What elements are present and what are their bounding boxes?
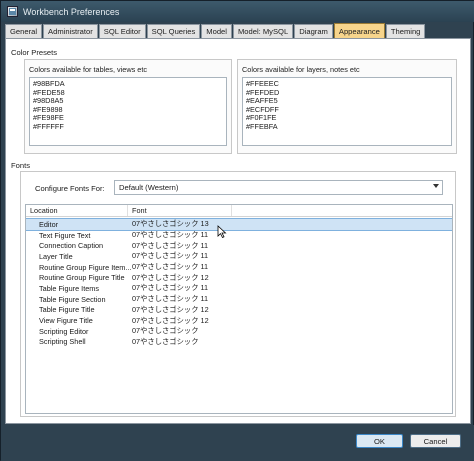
color-presets-label: Color Presets	[11, 48, 58, 57]
tables-color-line: #FFFFFF	[33, 121, 64, 131]
row-location: Editor	[39, 219, 59, 229]
fonts-table[interactable]: Location Font Editor 07やさしさゴシック 13 Text …	[25, 204, 453, 414]
row-location: Layer Title	[39, 251, 73, 261]
column-header-font[interactable]: Font	[128, 205, 232, 216]
table-row[interactable]: Table Figure Section 07やさしさゴシック 11	[26, 294, 452, 305]
title-bar[interactable]: Workbench Preferences	[1, 1, 474, 22]
layers-color-line: #ECFDFF	[246, 104, 279, 114]
mouse-cursor-icon	[217, 225, 227, 238]
table-row[interactable]: View Figure Title 07やさしさゴシック 12	[26, 315, 452, 326]
tab-general[interactable]: General	[5, 24, 43, 38]
table-row[interactable]: Table Figure Items 07やさしさゴシック 11	[26, 283, 452, 294]
row-font: 07やさしさゴシック 11	[132, 262, 209, 272]
row-location: Routine Group Figure Title	[39, 273, 125, 283]
layers-colors-textarea[interactable]: #FFEEEC #FEFDED #EAFFE5 #ECFDFF #F0F1FE …	[242, 77, 452, 146]
row-location: Table Figure Title	[39, 305, 95, 315]
fonts-table-header: Location Font	[26, 205, 452, 217]
column-header-location[interactable]: Location	[26, 205, 128, 216]
row-font: 07やさしさゴシック 11	[132, 283, 209, 293]
table-row[interactable]: Routine Group Figure Item... 07やさしさゴシック …	[26, 262, 452, 273]
tab-theming[interactable]: Theming	[385, 24, 426, 38]
preferences-window: Workbench Preferences General Administra…	[0, 0, 474, 461]
row-font: 07やさしさゴシック 11	[132, 294, 209, 304]
layers-colors-caption: Colors available for layers, notes etc	[242, 65, 360, 74]
table-row[interactable]: Text Figure Text 07やさしさゴシック 11	[26, 230, 452, 241]
row-location: Scripting Editor	[39, 326, 89, 336]
row-font: 07やさしさゴシック 12	[132, 315, 209, 325]
table-row[interactable]: Routine Group Figure Title 07やさしさゴシック 12	[26, 272, 452, 283]
table-row[interactable]: Editor 07やさしさゴシック 13	[26, 218, 452, 231]
window-title: Workbench Preferences	[23, 6, 120, 17]
row-location: Scripting Shell	[39, 337, 86, 347]
tab-appearance[interactable]: Appearance	[333, 23, 385, 38]
tables-colors-caption: Colors available for tables, views etc	[29, 65, 148, 74]
row-location: Connection Caption	[39, 241, 104, 251]
tab-sql-editor[interactable]: SQL Editor	[98, 24, 146, 38]
workbench-app-icon	[7, 6, 18, 17]
tab-bar: General Administrator SQL Editor SQL Que…	[5, 23, 471, 38]
row-font: 07やさしさゴシック 11	[132, 251, 209, 261]
chevron-down-icon	[433, 184, 439, 188]
tab-model[interactable]: Model	[201, 24, 232, 38]
layers-color-line: #FFEBFA	[246, 121, 278, 131]
ok-button[interactable]: OK	[356, 434, 403, 448]
table-row[interactable]: Table Figure Title 07やさしさゴシック 12	[26, 304, 452, 316]
table-row[interactable]: Scripting Editor 07やさしさゴシック	[26, 326, 452, 337]
row-font: 07やさしさゴシック 11	[132, 240, 209, 250]
table-row[interactable]: Layer Title 07やさしさゴシック 11	[26, 251, 452, 262]
tab-sql-queries[interactable]: SQL Queries	[146, 24, 201, 38]
configure-fonts-value: Default (Western)	[119, 183, 179, 192]
tables-colors-textarea[interactable]: #98BFDA #FEDE58 #98D8A5 #FE9898 #FE98FE …	[29, 77, 227, 146]
row-location: Table Figure Section	[39, 294, 106, 304]
configure-fonts-select[interactable]: Default (Western)	[114, 180, 443, 195]
tab-model-mysql[interactable]: Model: MySQL	[232, 24, 294, 38]
row-font: 07やさしさゴシック 12	[132, 304, 209, 314]
fonts-label: Fonts	[11, 161, 30, 170]
row-location: View Figure Title	[39, 316, 93, 326]
row-location: Table Figure Items	[39, 283, 100, 293]
row-font: 07やさしさゴシック	[132, 336, 199, 346]
tab-diagram[interactable]: Diagram	[294, 24, 333, 38]
layers-colors-group: Colors available for layers, notes etc #…	[237, 59, 457, 154]
fonts-table-rows: Editor 07やさしさゴシック 13 Text Figure Text 07…	[26, 218, 452, 348]
row-font: 07やさしさゴシック	[132, 326, 199, 336]
cancel-button[interactable]: Cancel	[410, 434, 461, 448]
tables-colors-group: Colors available for tables, views etc #…	[24, 59, 232, 154]
table-row[interactable]: Scripting Shell 07やさしさゴシック	[26, 336, 452, 348]
row-font: 07やさしさゴシック 12	[132, 272, 209, 282]
dialog-footer: OK Cancel	[1, 425, 474, 461]
row-location: Routine Group Figure Item...	[39, 262, 132, 272]
table-row[interactable]: Connection Caption 07やさしさゴシック 11	[26, 240, 452, 251]
configure-fonts-label: Configure Fonts For:	[35, 184, 105, 193]
tab-administrator[interactable]: Administrator	[43, 24, 98, 38]
row-location: Text Figure Text	[39, 230, 91, 240]
